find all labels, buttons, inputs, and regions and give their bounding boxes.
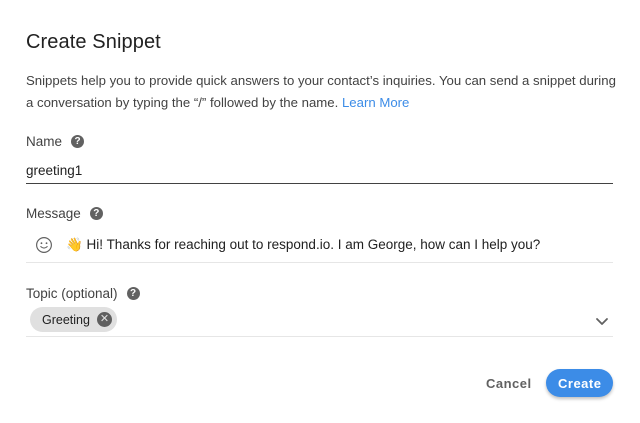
topic-label: Topic (optional) — [26, 286, 118, 301]
name-label-row: Name ? — [26, 134, 85, 149]
chevron-down-icon[interactable] — [595, 316, 609, 326]
message-label-row: Message ? — [26, 206, 103, 221]
topic-chip-label: Greeting — [42, 312, 90, 327]
smiley-face-icon[interactable] — [35, 236, 53, 254]
name-label: Name — [26, 134, 63, 149]
help-icon[interactable]: ? — [126, 287, 140, 300]
topic-label-row: Topic (optional) ? — [26, 286, 140, 301]
learn-more-link[interactable]: Learn More — [342, 95, 409, 110]
close-circle-icon[interactable]: ✕ — [96, 312, 112, 327]
create-button[interactable]: Create — [546, 369, 613, 397]
create-snippet-dialog: Create Snippet Snippets help you to prov… — [0, 0, 640, 423]
topic-select[interactable]: Greeting ✕ — [26, 305, 613, 337]
dialog-title: Create Snippet — [26, 31, 161, 53]
message-input[interactable]: 👋 Hi! Thanks for reaching out to respond… — [26, 228, 613, 263]
message-text: 👋 Hi! Thanks for reaching out to respond… — [66, 237, 541, 252]
help-icon[interactable]: ? — [89, 207, 103, 220]
description-text: Snippets help you to provide quick answe… — [26, 73, 616, 110]
help-icon[interactable]: ? — [71, 135, 85, 148]
message-label: Message — [26, 206, 81, 221]
name-input[interactable] — [26, 158, 613, 184]
topic-chip[interactable]: Greeting ✕ — [30, 307, 117, 332]
cancel-button[interactable]: Cancel — [474, 369, 534, 397]
dialog-description: Snippets help you to provide quick answe… — [26, 70, 618, 114]
